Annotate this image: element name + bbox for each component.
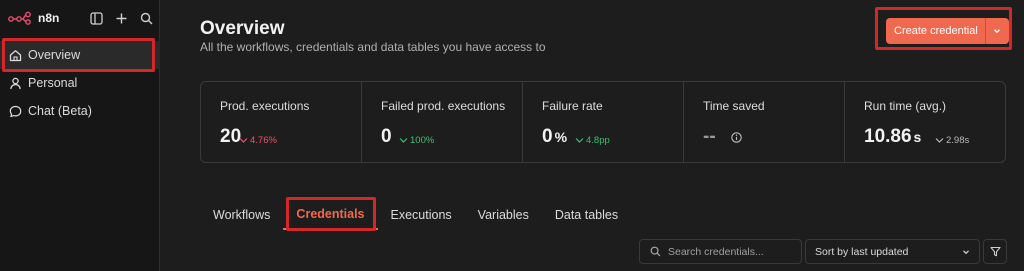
stat-value: -- — [703, 126, 716, 147]
main-content: Overview All the workflows, credentials … — [160, 0, 1024, 271]
stat-value: 20 — [220, 126, 242, 147]
stat-delta: 2.98s — [935, 135, 969, 146]
sidebar-item-label: Personal — [28, 76, 78, 90]
brand-name: n8n — [38, 11, 60, 25]
sidebar-item-overview[interactable]: Overview — [0, 41, 160, 69]
filter-icon — [989, 246, 1001, 257]
toggle-sidebar-icon[interactable] — [88, 10, 104, 26]
trend-down-icon — [935, 138, 944, 143]
user-icon — [8, 76, 22, 90]
n8n-logo-icon — [8, 11, 31, 25]
info-icon[interactable] — [731, 132, 742, 143]
trend-down-icon — [239, 138, 248, 143]
sidebar-item-label: Overview — [28, 48, 81, 62]
sidebar: n8n Overview Personal Chat (Beta) — [0, 0, 160, 271]
chevron-down-icon — [994, 29, 1001, 34]
stat-run-time[interactable]: Run time (avg.) 10.86 s 2.98s — [845, 82, 1005, 162]
stat-label: Time saved — [703, 99, 765, 113]
sidebar-nav: Overview Personal Chat (Beta) — [0, 41, 160, 125]
tab-executions[interactable]: Executions — [378, 200, 465, 230]
sort-select[interactable]: Sort by last updated — [805, 239, 980, 264]
page-subtitle: All the workflows, credentials and data … — [200, 40, 546, 54]
sidebar-item-personal[interactable]: Personal — [0, 69, 160, 97]
search-icon — [650, 246, 661, 257]
tab-workflows[interactable]: Workflows — [200, 200, 283, 230]
search-icon[interactable] — [138, 10, 154, 26]
stat-value: 0% — [542, 126, 568, 147]
tabs: Workflows Credentials Executions Variabl… — [200, 200, 631, 230]
stat-time-saved[interactable]: Time saved -- — [684, 82, 845, 162]
sidebar-item-label: Chat (Beta) — [28, 104, 92, 118]
stat-value: 10.86 s — [864, 126, 922, 147]
stat-delta: 100% — [399, 135, 434, 146]
stat-label: Failed prod. executions — [381, 99, 506, 113]
stat-delta: 4.76% — [239, 135, 277, 146]
stats-panel: Prod. executions 20 4.76% Failed prod. e… — [200, 81, 1006, 163]
chevron-down-icon — [963, 249, 969, 254]
create-credential-button[interactable]: Create credential — [886, 18, 985, 44]
stat-delta: 4.8pp — [575, 135, 610, 146]
brand[interactable]: n8n — [8, 9, 59, 27]
stat-label: Prod. executions — [220, 99, 310, 113]
stat-value: 0 — [381, 126, 392, 147]
tab-data-tables[interactable]: Data tables — [542, 200, 631, 230]
create-credential-group: Create credential — [886, 18, 1009, 44]
sidebar-item-chat[interactable]: Chat (Beta) — [0, 97, 160, 125]
stat-label: Failure rate — [542, 99, 603, 113]
stat-label: Run time (avg.) — [864, 99, 947, 113]
chat-icon — [8, 104, 22, 118]
trend-down-icon — [575, 138, 584, 143]
page-title: Overview — [200, 18, 285, 39]
search-credentials — [639, 239, 802, 264]
search-input[interactable] — [668, 245, 788, 258]
add-icon[interactable] — [113, 10, 129, 26]
create-options-dropdown[interactable] — [984, 18, 1009, 44]
stat-failed-prod-executions[interactable]: Failed prod. executions 0 100% — [362, 82, 523, 162]
trend-down-icon — [399, 138, 408, 143]
sort-selected-value: Sort by last updated — [815, 245, 909, 258]
stat-failure-rate[interactable]: Failure rate 0% 4.8pp — [523, 82, 684, 162]
filter-button[interactable] — [983, 239, 1007, 264]
home-icon — [8, 48, 22, 62]
tab-credentials[interactable]: Credentials — [283, 200, 378, 230]
tab-variables[interactable]: Variables — [465, 200, 542, 230]
stat-prod-executions[interactable]: Prod. executions 20 4.76% — [201, 82, 362, 162]
